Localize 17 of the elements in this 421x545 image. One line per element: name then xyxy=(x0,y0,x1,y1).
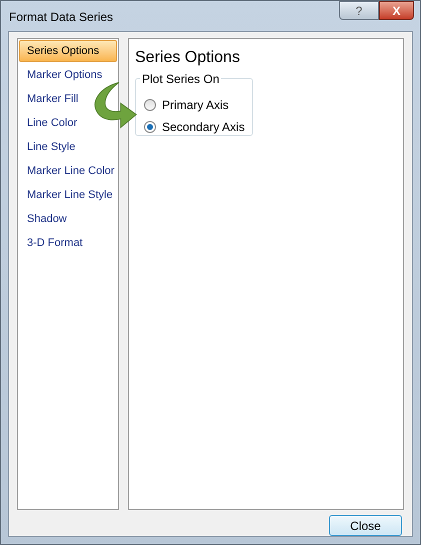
radio-label: Primary Axis xyxy=(162,97,229,114)
sidebar-item[interactable]: Series Options xyxy=(19,40,117,62)
radio-label: Secondary Axis xyxy=(162,119,245,136)
sidebar-item[interactable]: Shadow xyxy=(27,208,67,230)
sidebar-item[interactable]: Line Style xyxy=(27,136,76,158)
sidebar-item[interactable]: Marker Options xyxy=(27,64,102,86)
panel-heading: Series Options xyxy=(135,48,240,68)
sidebar-item[interactable]: Line Color xyxy=(27,112,78,134)
sidebar-item[interactable]: 3-D Format xyxy=(27,232,83,254)
radio-button[interactable] xyxy=(144,99,156,111)
help-button[interactable]: ? xyxy=(339,1,379,20)
radio-button[interactable] xyxy=(144,121,156,133)
close-button[interactable]: Close xyxy=(329,515,402,536)
sidebar-item[interactable]: Marker Line Color xyxy=(27,160,114,182)
window-title: Format Data Series xyxy=(9,9,114,26)
sidebar-item[interactable]: Marker Fill xyxy=(27,88,78,110)
sidebar-item[interactable]: Marker Line Style xyxy=(27,184,113,206)
